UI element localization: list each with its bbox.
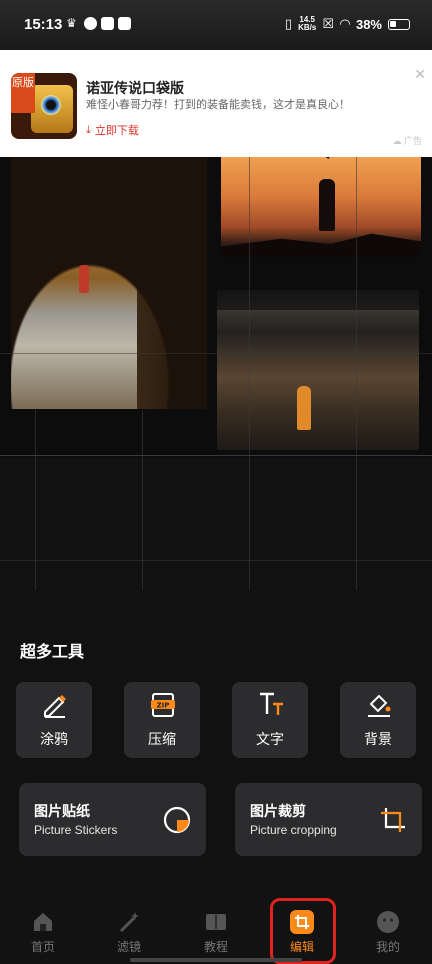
net-speed: 14.5 KB/s bbox=[298, 16, 316, 32]
cloud-icon: ☁ bbox=[392, 136, 402, 146]
collage-canvas[interactable] bbox=[0, 157, 432, 457]
no-sim-icon: ☒ bbox=[322, 16, 334, 31]
tools-section-title: 超多工具 bbox=[20, 644, 85, 661]
ad-banner[interactable]: 原版 诺亚传说口袋版 难怪小春哥力荐！打到的装备能卖钱，这才是真良心！ ⤓ 立即… bbox=[0, 50, 432, 157]
guide-line bbox=[142, 410, 143, 590]
rod-shape bbox=[290, 157, 330, 159]
status-right: ▯ 14.5 KB/s ☒ ◠ 38% bbox=[285, 16, 410, 32]
battery-icon bbox=[388, 18, 410, 30]
tool-background-label: 背景 bbox=[364, 731, 392, 747]
check-icon bbox=[84, 17, 97, 30]
nav-home-label: 首页 bbox=[30, 940, 55, 954]
rocks-shape bbox=[221, 233, 421, 257]
svg-text:ZIP: ZIP bbox=[157, 702, 170, 710]
picture-stickers-button[interactable]: 图片贴纸 Picture Stickers bbox=[19, 783, 206, 856]
close-icon[interactable]: ✕ bbox=[414, 66, 426, 83]
crop-icon bbox=[381, 808, 405, 832]
notification-icons: ♛ bbox=[66, 17, 131, 30]
zip-icon: ZIP bbox=[151, 693, 175, 717]
battery-percent: 38% bbox=[355, 16, 382, 32]
text-icon bbox=[260, 692, 283, 715]
stickers-subtitle: Picture Stickers bbox=[34, 823, 118, 837]
guide-line bbox=[0, 455, 432, 456]
photo-street-archway[interactable] bbox=[11, 157, 207, 409]
guide-line bbox=[249, 157, 250, 590]
photo-market-woman[interactable] bbox=[217, 290, 419, 450]
ad-app-logo[interactable]: 原版 bbox=[11, 73, 77, 139]
guide-line bbox=[0, 560, 432, 561]
eye-graphic bbox=[41, 95, 61, 115]
guide-line bbox=[35, 410, 36, 590]
ad-title[interactable]: 诺亚传说口袋版 bbox=[86, 78, 184, 98]
fisher-shape bbox=[319, 179, 335, 231]
paint-bucket-icon bbox=[368, 694, 391, 717]
picture-cropping-button[interactable]: 图片裁剪 Picture cropping bbox=[235, 783, 422, 856]
nav-filter-label: 滤镜 bbox=[116, 940, 141, 954]
ad-tag: ☁ 广告 bbox=[392, 134, 422, 147]
tool-compress-label: 压缩 bbox=[148, 731, 176, 747]
status-time: 15:13 bbox=[24, 16, 63, 33]
app-icon bbox=[118, 17, 131, 30]
photo-fisherman-sunset[interactable] bbox=[221, 157, 421, 257]
edit-highlight-box bbox=[270, 898, 336, 964]
play-icon bbox=[101, 17, 114, 30]
tool-background-button[interactable]: 背景 bbox=[340, 682, 416, 758]
nav-tutorial[interactable]: 教程 bbox=[186, 910, 246, 955]
ad-cta-label: 立即下载 bbox=[94, 125, 139, 137]
crown-icon: ♛ bbox=[66, 16, 77, 30]
woman-shape bbox=[297, 386, 311, 430]
arch-shape bbox=[11, 157, 207, 409]
net-speed-unit: KB/s bbox=[298, 23, 317, 32]
tool-compress-button[interactable]: ZIP 压缩 bbox=[124, 682, 200, 758]
nav-home[interactable]: 首页 bbox=[13, 910, 73, 955]
wifi-icon: ◠ bbox=[339, 16, 350, 31]
magic-wand-icon bbox=[119, 912, 139, 933]
nav-tutorial-label: 教程 bbox=[203, 940, 228, 954]
bottom-nav: 首页 滤镜 教程 编辑 我的 bbox=[0, 900, 432, 964]
stickers-title: 图片贴纸 bbox=[34, 803, 90, 819]
tent-shape bbox=[217, 310, 419, 334]
pencil-icon bbox=[44, 695, 66, 718]
face-icon bbox=[377, 911, 399, 933]
tool-doodle-button[interactable]: 涂鸦 bbox=[16, 682, 92, 758]
tool-doodle-label: 涂鸦 bbox=[40, 731, 68, 747]
ad-logo-text: 原版 bbox=[11, 73, 35, 113]
nav-mine-label: 我的 bbox=[375, 940, 400, 954]
ad-tag-label: 广告 bbox=[403, 136, 422, 146]
home-icon bbox=[34, 913, 52, 931]
tool-text-button[interactable]: 文字 bbox=[232, 682, 308, 758]
nav-mine[interactable]: 我的 bbox=[358, 910, 418, 955]
cropping-title: 图片裁剪 bbox=[250, 803, 306, 819]
tool-text-label: 文字 bbox=[256, 731, 284, 747]
cropping-subtitle: Picture cropping bbox=[250, 823, 337, 837]
ad-description: 难怪小春哥力荐！打到的装备能卖钱，这才是真良心！ bbox=[86, 99, 350, 111]
vibrate-icon: ▯ bbox=[284, 16, 293, 31]
guide-line bbox=[0, 353, 432, 354]
home-indicator bbox=[130, 958, 302, 962]
status-bar: 15:13 ♛ ▯ 14.5 KB/s ☒ ◠ 38% bbox=[0, 0, 432, 50]
guide-line bbox=[356, 157, 357, 590]
download-icon: ⤓ bbox=[86, 123, 91, 136]
ad-download-link[interactable]: ⤓ 立即下载 bbox=[86, 122, 139, 138]
nav-filter[interactable]: 滤镜 bbox=[99, 910, 159, 955]
sticker-icon bbox=[163, 806, 191, 834]
person-shape bbox=[79, 265, 89, 293]
book-icon bbox=[206, 914, 226, 930]
